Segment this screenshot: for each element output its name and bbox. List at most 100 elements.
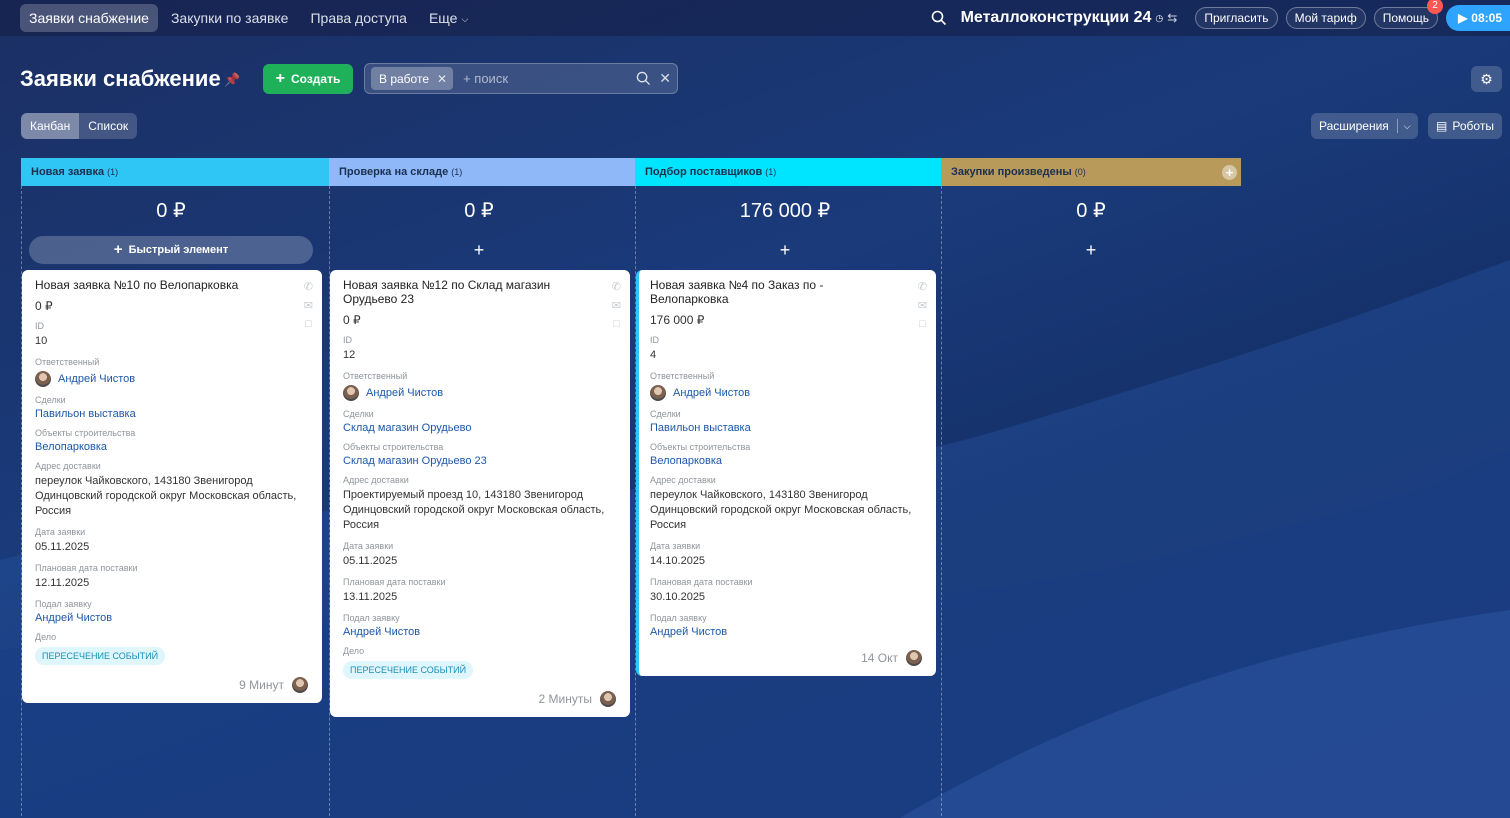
plus-icon: + — [113, 241, 123, 258]
card-footer: 2 Минуты — [343, 691, 616, 707]
mail-icon[interactable]: ✉ — [304, 299, 313, 312]
card-title[interactable]: Новая заявка №4 по Заказ по - Велопарков… — [650, 278, 922, 306]
chevron-down-icon: ⌵ — [1403, 120, 1411, 131]
help-label: Помощь — [1382, 11, 1430, 25]
quick-add-button[interactable]: + Быстрый элемент — [29, 236, 313, 264]
add-column-icon[interactable]: + — [1222, 165, 1237, 180]
divider — [1396, 119, 1398, 133]
create-label: Создать — [290, 72, 341, 86]
submitter-link[interactable]: Андрей Чистов — [343, 626, 616, 638]
topnav-item-access[interactable]: Права доступа — [301, 4, 415, 32]
kanban-column: Новая заявка (1) 0 ₽ + Быстрый элемент ✆ ✉… — [21, 158, 341, 818]
field-label: Объекты строительства — [35, 428, 136, 438]
help-button[interactable]: Помощь 2 — [1373, 0, 1444, 29]
topnav-item-purchases[interactable]: Закупки по заявке — [162, 4, 298, 32]
card-title[interactable]: Новая заявка №12 по Склад магазин Орудье… — [343, 278, 616, 306]
avatar[interactable] — [600, 691, 616, 707]
column-header[interactable]: Проверка на складе (1) — [329, 158, 647, 186]
search-icon[interactable] — [931, 10, 947, 26]
field-label: Адрес доставки — [343, 475, 409, 485]
field-value: 12.11.2025 — [35, 577, 90, 589]
card-sum: 0 ₽ — [35, 299, 53, 313]
activity-badge[interactable]: ПЕРЕСЕЧЕНИЕ СОБЫТИЙ — [35, 647, 166, 665]
card-time: 2 Минуты — [538, 692, 592, 706]
robots-button[interactable]: ▤ Роботы — [1428, 113, 1502, 139]
column-count: (1) — [107, 167, 119, 177]
brand-name[interactable]: Металлоконструкции 24 — [961, 9, 1152, 27]
topnav-item-requests[interactable]: Заявки снабжение — [20, 4, 158, 32]
create-button[interactable]: + Создать — [263, 64, 353, 94]
tab-list[interactable]: Список — [79, 113, 137, 139]
avatar[interactable] — [292, 677, 308, 693]
field-value: 05.11.2025 — [343, 555, 398, 567]
field-label: Подал заявку — [650, 613, 707, 623]
avatar[interactable] — [906, 650, 922, 666]
object-link[interactable]: Велопарковка — [35, 441, 308, 453]
deal-link[interactable]: Павильон выставка — [650, 422, 922, 434]
kanban-card[interactable]: ✆ ✉ □ Новая заявка №4 по Заказ по - Вело… — [636, 270, 936, 676]
add-item-button[interactable]: + — [337, 236, 621, 264]
card-title[interactable]: Новая заявка №10 по Велопарковка — [35, 278, 308, 292]
deal-link[interactable]: Павильон выставка — [35, 408, 308, 420]
column-sum: 176 000 ₽ — [739, 200, 831, 222]
sliders-icon[interactable]: ⇆ — [1167, 11, 1177, 25]
kanban-card[interactable]: ✆ ✉ □ Новая заявка №12 по Склад магазин … — [330, 270, 630, 717]
tariff-button[interactable]: Мой тариф — [1285, 7, 1366, 29]
person-link[interactable]: Андрей Чистов — [58, 373, 135, 385]
submitter-link[interactable]: Андрей Чистов — [35, 612, 308, 624]
person-link[interactable]: Андрей Чистов — [366, 387, 443, 399]
workday-button[interactable]: ▶ 08:05 — [1446, 5, 1510, 31]
search-icon[interactable] — [636, 71, 651, 86]
topnav-item-more[interactable]: Еще ⌵ — [420, 4, 477, 32]
field-value: 30.10.2025 — [650, 591, 706, 603]
column-name: Новая заявка — [31, 166, 105, 178]
card-time: 14 Окт — [861, 651, 898, 665]
invite-button[interactable]: Пригласить — [1195, 7, 1278, 29]
field-value: 12 — [343, 349, 356, 361]
pin-icon[interactable]: 📌 — [224, 72, 240, 88]
column-header[interactable]: Подбор поставщиков (1) — [635, 158, 953, 186]
object-link[interactable]: Велопарковка — [650, 455, 922, 467]
workday-time: 08:05 — [1471, 11, 1502, 25]
responsible-person[interactable]: Андрей Чистов — [35, 371, 308, 387]
field-value: переулок Чайковского, 143180 Звенигород … — [35, 475, 297, 517]
field-value: 10 — [35, 335, 48, 347]
card-actions: ✆ ✉ □ — [918, 280, 927, 330]
field-label: Плановая дата поставки — [650, 577, 753, 587]
person-link[interactable]: Андрей Чистов — [673, 387, 750, 399]
field-label: Подал заявку — [343, 613, 400, 623]
field-label: Ответственный — [343, 371, 408, 381]
play-icon: ▶ — [1458, 11, 1468, 25]
add-item-button[interactable]: + — [643, 236, 927, 264]
tab-kanban[interactable]: Канбан — [21, 113, 80, 139]
chat-icon[interactable]: □ — [918, 318, 927, 330]
filter-chip[interactable]: В работе ✕ — [371, 67, 454, 90]
mail-icon[interactable]: ✉ — [612, 299, 621, 312]
column-header[interactable]: Новая заявка (1) — [21, 158, 341, 186]
chat-icon[interactable]: □ — [304, 318, 313, 330]
kanban-card[interactable]: ✆ ✉ □ Новая заявка №10 по Велопарковка 0… — [22, 270, 322, 703]
chat-icon[interactable]: □ — [612, 318, 621, 330]
phone-icon[interactable]: ✆ — [612, 280, 621, 293]
activity-badge[interactable]: ПЕРЕСЕЧЕНИЕ СОБЫТИЙ — [343, 661, 474, 679]
field-value: 13.11.2025 — [343, 591, 398, 603]
mail-icon[interactable]: ✉ — [918, 299, 927, 312]
field-label: Плановая дата поставки — [35, 563, 138, 573]
extensions-button[interactable]: Расширения ⌵ — [1311, 113, 1418, 139]
add-item-button[interactable]: + — [949, 236, 1233, 264]
clear-icon[interactable]: ✕ — [659, 70, 671, 87]
submitter-link[interactable]: Андрей Чистов — [650, 626, 922, 638]
phone-icon[interactable]: ✆ — [304, 280, 313, 293]
field-label: Адрес доставки — [650, 475, 716, 485]
deal-link[interactable]: Склад магазин Орудьево — [343, 422, 616, 434]
search-input[interactable]: + поиск — [463, 71, 628, 86]
object-link[interactable]: Склад магазин Орудьево 23 — [343, 455, 616, 467]
gear-icon[interactable]: ⚙ — [1471, 66, 1502, 92]
column-header[interactable]: Закупки произведены (0) + — [941, 158, 1241, 186]
phone-icon[interactable]: ✆ — [918, 280, 927, 293]
filter-search-box[interactable]: В работе ✕ + поиск ✕ — [364, 63, 678, 94]
close-icon[interactable]: ✕ — [437, 72, 447, 86]
column-sum: 0 ₽ — [1076, 200, 1106, 222]
responsible-person[interactable]: Андрей Чистов — [650, 385, 922, 401]
responsible-person[interactable]: Андрей Чистов — [343, 385, 616, 401]
